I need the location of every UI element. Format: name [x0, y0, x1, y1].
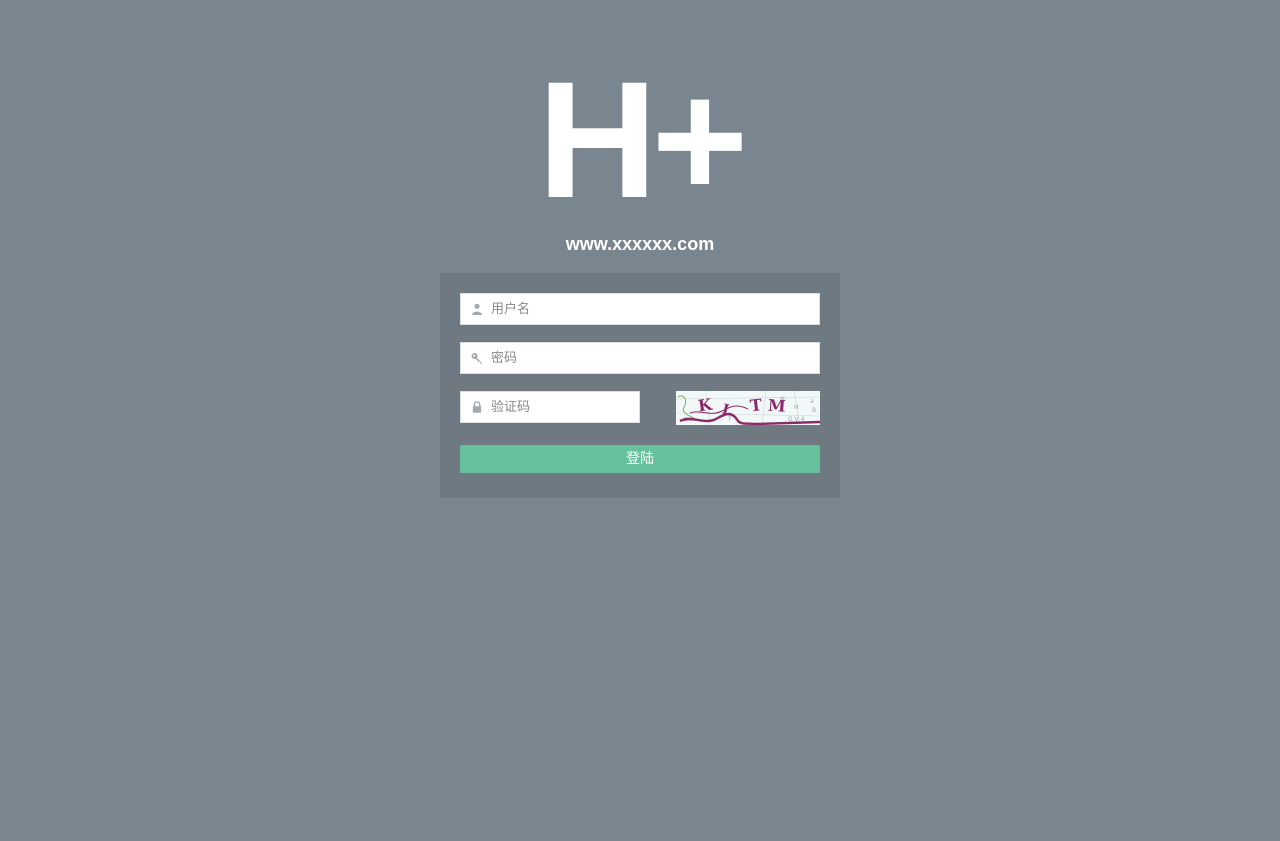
logo: H+ [537, 48, 749, 233]
captcha-graphic: Φ H a B G V 4 y zm K L T M [676, 391, 820, 425]
login-button[interactable]: 登陆 [460, 445, 820, 473]
username-input[interactable] [491, 294, 811, 324]
captcha-field[interactable] [460, 391, 640, 423]
login-page: H+ www.xxxxxx.com 用户名 验证码 Φ H a B G V 4 … [0, 0, 1280, 841]
login-form: Φ H a B G V 4 y zm K L T M 登陆 [440, 273, 840, 498]
svg-text:H: H [794, 404, 799, 411]
captcha-input[interactable] [491, 392, 631, 422]
lock-icon [472, 401, 482, 413]
captcha-char-m: M [767, 396, 786, 416]
username-field[interactable] [460, 293, 820, 325]
svg-text:B: B [812, 407, 816, 414]
svg-text:a: a [810, 398, 814, 405]
captcha-char-t: T [749, 395, 763, 415]
password-input[interactable] [491, 343, 811, 373]
captcha-image[interactable]: Φ H a B G V 4 y zm K L T M [676, 391, 820, 425]
key-icon [471, 353, 482, 364]
site-url: www.xxxxxx.com [565, 234, 715, 254]
user-icon [472, 303, 482, 315]
password-field[interactable] [460, 342, 820, 374]
